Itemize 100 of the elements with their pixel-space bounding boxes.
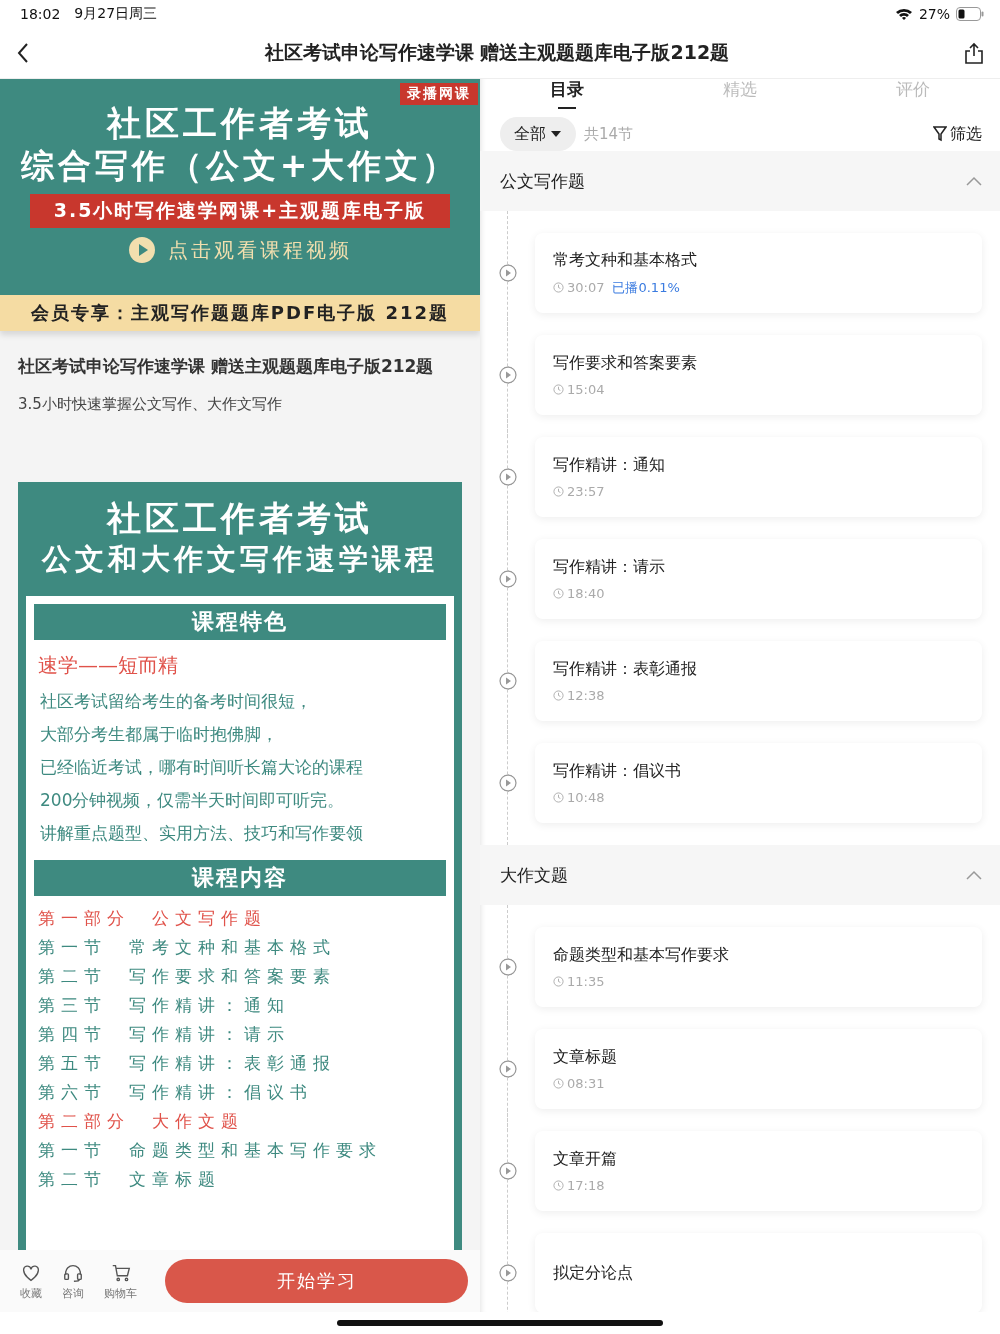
outline-label: 第二节 bbox=[38, 965, 107, 989]
action-button[interactable]: 购物车 bbox=[100, 1261, 141, 1301]
filter-button[interactable]: 筛选 bbox=[933, 123, 982, 145]
lesson-duration: 12:38 bbox=[553, 688, 605, 704]
section-header[interactable]: 大作文题 bbox=[480, 845, 1000, 906]
clock-icon bbox=[553, 976, 564, 988]
outline-label: 第二节 bbox=[38, 1168, 107, 1192]
lesson-duration: 08:31 bbox=[553, 1076, 605, 1092]
lesson-duration: 23:57 bbox=[553, 484, 605, 500]
outline-text: 写作精讲：通知 bbox=[129, 994, 290, 1018]
lesson-duration: 30:07 bbox=[553, 280, 605, 296]
start-button[interactable]: 开始学习 bbox=[165, 1259, 468, 1303]
lesson-title: 拟定分论点 bbox=[553, 1262, 633, 1284]
outline-label: 第四节 bbox=[38, 1023, 107, 1047]
outline-label: 第三节 bbox=[38, 994, 107, 1018]
outline-text: 写作要求和答案要素 bbox=[129, 965, 336, 989]
poster-title: 社区工作者考试 bbox=[107, 497, 373, 541]
outline-text: 常考文种和基本格式 bbox=[129, 936, 336, 960]
lesson-card[interactable]: 文章开篇 17:18 bbox=[535, 1131, 982, 1212]
section-header[interactable]: 公文写作题 bbox=[480, 151, 1000, 212]
lesson-duration: 17:18 bbox=[553, 1178, 605, 1194]
action-button[interactable]: 咨询 bbox=[58, 1261, 88, 1301]
recorded-badge: 录播网课 bbox=[400, 83, 478, 105]
play-icon bbox=[498, 774, 517, 793]
tab[interactable]: 目录 bbox=[549, 79, 584, 100]
lesson-duration: 18:40 bbox=[553, 586, 605, 602]
banner-title: 社区工作者考试 bbox=[107, 102, 373, 145]
outline-label: 第一节 bbox=[38, 936, 107, 960]
lesson-count: 共14节 bbox=[584, 124, 635, 144]
clock-icon bbox=[553, 690, 564, 702]
play-icon bbox=[498, 264, 517, 283]
play-icon bbox=[498, 958, 517, 977]
lesson-title: 命题类型和基本写作要求 bbox=[553, 945, 729, 967]
clock-icon bbox=[553, 282, 564, 294]
clock-icon bbox=[553, 486, 564, 498]
lesson-title: 常考文种和基本格式 bbox=[553, 249, 697, 271]
lesson-card[interactable]: 文章标题 08:31 bbox=[535, 1029, 982, 1110]
play-icon bbox=[498, 570, 517, 589]
lesson-card[interactable]: 写作要求和答案要素 15:04 bbox=[535, 335, 982, 416]
outline-text: 公文写作题 bbox=[152, 907, 267, 931]
filter-icon bbox=[933, 126, 947, 143]
feature-highlight: 速学——短而精 bbox=[38, 652, 179, 680]
action-button[interactable]: 收藏 bbox=[16, 1261, 46, 1301]
banner-title: 综合写作（公文+大作文） bbox=[20, 145, 460, 188]
lesson-duration: 15:04 bbox=[553, 382, 605, 398]
share-icon[interactable] bbox=[964, 42, 984, 64]
lesson-card[interactable]: 写作精讲：请示 18:40 bbox=[535, 539, 982, 620]
outline-text: 写作精讲：请示 bbox=[129, 1023, 290, 1047]
lesson-card[interactable]: 写作精讲：表彰通报 12:38 bbox=[535, 641, 982, 722]
outline-text: 文章标题 bbox=[129, 1168, 221, 1192]
section-title: 大作文题 bbox=[500, 863, 568, 887]
lesson-duration: 11:35 bbox=[553, 974, 605, 990]
battery-icon bbox=[956, 7, 984, 21]
play-progress: 已播0.11% bbox=[612, 278, 680, 297]
play-icon bbox=[498, 1264, 517, 1283]
page-title: 社区考试申论写作速学课 赠送主观题题库电子版212题 bbox=[264, 40, 730, 65]
category-dropdown[interactable]: 全部 bbox=[500, 117, 576, 152]
clock-icon bbox=[553, 1180, 564, 1192]
status-date: 9月27日周三 bbox=[74, 5, 158, 23]
course-subtitle: 3.5小时快速掌握公文写作、大作文写作 bbox=[18, 395, 283, 415]
play-icon bbox=[498, 468, 517, 487]
lesson-card[interactable]: 常考文种和基本格式 30:07 已播0.11% bbox=[535, 233, 982, 314]
feature-line: 200分钟视频，仅需半天时间即可听完。 bbox=[40, 789, 346, 813]
lesson-card[interactable]: 命题类型和基本写作要求 11:35 bbox=[535, 927, 982, 1008]
lesson-title: 写作精讲：通知 bbox=[553, 455, 665, 477]
features-heading: 课程特色 bbox=[34, 604, 446, 641]
banner-strip: 3.5小时写作速学网课+主观题库电子版 bbox=[30, 194, 450, 229]
feature-line: 已经临近考试，哪有时间听长篇大论的课程 bbox=[40, 756, 364, 780]
lesson-title: 写作精讲：倡议书 bbox=[553, 761, 681, 783]
outline-label: 第六节 bbox=[38, 1081, 107, 1105]
course-title: 社区考试申论写作速学课 赠送主观题题库电子版212题 bbox=[18, 355, 435, 378]
clock-icon bbox=[553, 588, 564, 600]
content-heading: 课程内容 bbox=[34, 860, 446, 897]
back-icon[interactable] bbox=[16, 42, 30, 64]
lesson-title: 写作精讲：表彰通报 bbox=[553, 659, 697, 681]
caret-icon bbox=[550, 130, 562, 139]
lesson-title: 写作要求和答案要素 bbox=[553, 353, 697, 375]
feature-line: 讲解重点题型、实用方法、技巧和写作要领 bbox=[40, 822, 364, 846]
lesson-card[interactable]: 写作精讲：倡议书 10:48 bbox=[535, 743, 982, 824]
lesson-title: 文章标题 bbox=[553, 1047, 617, 1069]
play-icon bbox=[498, 1162, 517, 1181]
outline-text: 大作文题 bbox=[152, 1110, 244, 1134]
lesson-title: 写作精讲：请示 bbox=[553, 557, 665, 579]
outline-label: 第一节 bbox=[38, 1139, 107, 1163]
lesson-card[interactable]: 拟定分论点 bbox=[535, 1233, 982, 1312]
outline-text: 写作精讲：表彰通报 bbox=[129, 1052, 336, 1076]
lesson-card[interactable]: 写作精讲：通知 23:57 bbox=[535, 437, 982, 518]
lesson-title: 文章开篇 bbox=[553, 1149, 617, 1171]
feature-line: 社区考试留给考生的备考时间很短， bbox=[40, 690, 313, 714]
clock-icon bbox=[553, 792, 564, 804]
play-icon[interactable] bbox=[128, 236, 156, 265]
clock-icon bbox=[553, 1078, 564, 1090]
outline-text: 命题类型和基本写作要求 bbox=[129, 1139, 382, 1163]
outline-text: 写作精讲：倡议书 bbox=[129, 1081, 313, 1105]
lesson-duration: 10:48 bbox=[553, 790, 605, 806]
section-title: 公文写作题 bbox=[500, 169, 585, 193]
wifi-icon bbox=[894, 7, 913, 21]
play-icon bbox=[498, 1060, 517, 1079]
status-time: 18:02 bbox=[20, 6, 61, 22]
outline-label: 第二部分 bbox=[38, 1110, 130, 1134]
